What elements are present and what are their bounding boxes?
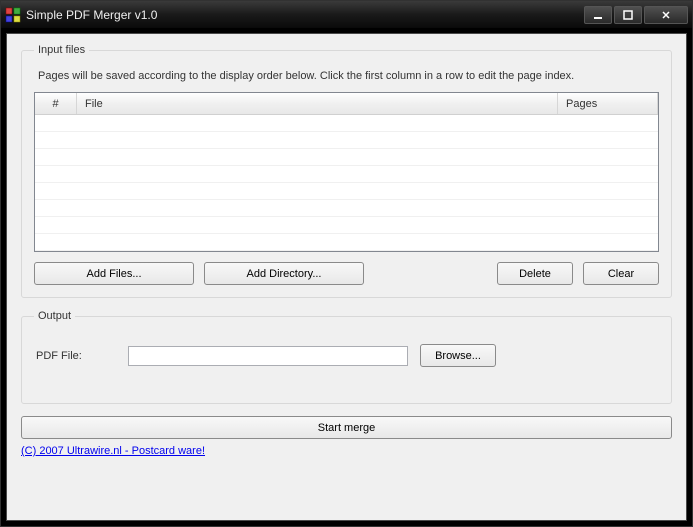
window-controls [582,6,688,24]
column-header-file[interactable]: File [77,93,558,114]
output-group: Output PDF File: Browse... [21,310,672,404]
input-files-group: Input files Pages will be saved accordin… [21,44,672,298]
table-header: # File Pages [35,93,658,115]
window-title: Simple PDF Merger v1.0 [26,8,582,22]
app-icon [5,7,21,23]
add-directory-button[interactable]: Add Directory... [204,262,364,285]
minimize-button[interactable] [584,6,612,24]
pdf-file-label: PDF File: [36,350,116,362]
close-button[interactable] [644,6,688,24]
column-header-pages[interactable]: Pages [558,93,658,114]
footer-link[interactable]: (C) 2007 Ultrawire.nl - Postcard ware! [21,445,672,457]
table-row[interactable] [35,234,658,251]
table-row[interactable] [35,149,658,166]
input-buttons-row: Add Files... Add Directory... Delete Cle… [34,262,659,285]
app-window: Simple PDF Merger v1.0 Input files Pages… [0,0,693,527]
table-row[interactable] [35,200,658,217]
maximize-button[interactable] [614,6,642,24]
input-hint: Pages will be saved according to the dis… [38,70,659,82]
table-row[interactable] [35,166,658,183]
table-row[interactable] [35,183,658,200]
client-area: Input files Pages will be saved accordin… [6,33,687,521]
add-files-button[interactable]: Add Files... [34,262,194,285]
table-row[interactable] [35,217,658,234]
column-header-index[interactable]: # [35,93,77,114]
output-legend: Output [34,310,75,322]
titlebar[interactable]: Simple PDF Merger v1.0 [1,1,692,28]
pdf-file-input[interactable] [128,346,408,366]
table-row[interactable] [35,115,658,132]
table-row[interactable] [35,132,658,149]
table-body[interactable] [35,115,658,251]
spacer [374,262,487,285]
input-files-legend: Input files [34,44,89,56]
file-table[interactable]: # File Pages [34,92,659,252]
clear-button[interactable]: Clear [583,262,659,285]
browse-button[interactable]: Browse... [420,344,496,367]
delete-button[interactable]: Delete [497,262,573,285]
start-merge-button[interactable]: Start merge [21,416,672,439]
